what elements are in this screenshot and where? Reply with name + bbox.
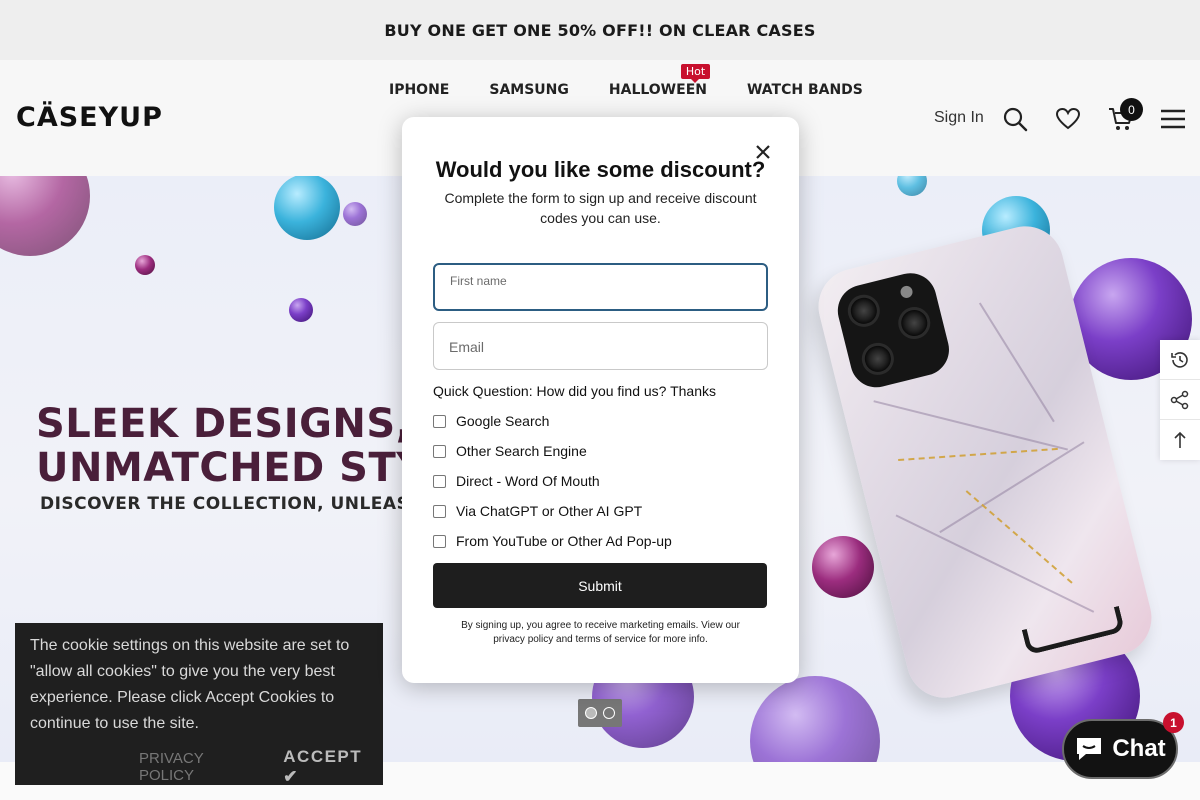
checkbox[interactable] (433, 504, 446, 518)
first-name-field[interactable]: First name (433, 263, 768, 311)
hot-badge: Hot (680, 64, 711, 83)
option-word-of-mouth[interactable]: Direct - Word Of Mouth (433, 473, 600, 489)
slider-pagination (578, 699, 622, 727)
logo[interactable]: CÄSEYUP (16, 102, 163, 133)
hero-title-line: SLEEK DESIGNS, (36, 401, 412, 447)
card-slot (1021, 605, 1126, 656)
submit-button[interactable]: Submit (433, 563, 767, 608)
accept-cookies-button[interactable]: ACCEPT ✔ (283, 747, 383, 787)
cookie-text: The cookie settings on this website are … (30, 637, 350, 732)
modal-title: Would you like some discount? (435, 157, 766, 182)
arrow-up-icon[interactable] (1160, 420, 1200, 460)
cookie-actions: PRIVACY POLICY ACCEPT ✔ (139, 747, 383, 787)
email-field[interactable]: Email (433, 322, 768, 370)
option-label: From YouTube or Other Ad Pop-up (456, 533, 672, 549)
option-label: Google Search (456, 413, 550, 429)
history-icon[interactable] (1160, 340, 1200, 380)
option-other-search-engine[interactable]: Other Search Engine (433, 443, 587, 459)
chat-bubble-icon (1077, 738, 1102, 760)
heart-icon[interactable] (1055, 106, 1081, 132)
checkbox[interactable] (433, 534, 446, 548)
slide-dot-1[interactable] (585, 707, 597, 719)
nav-item-label: HALLOWEEN (608, 82, 707, 98)
announcement-bar: BUY ONE GET ONE 50% OFF!! ON CLEAR CASES (0, 0, 1200, 60)
side-toolbar (1160, 340, 1200, 460)
nav-item-watch-bands[interactable]: WATCH BANDS (747, 82, 863, 98)
chat-label: Chat (1112, 735, 1166, 762)
bubble-decoration (135, 255, 155, 275)
bubble-decoration (897, 176, 927, 196)
slide-dot-2[interactable] (603, 707, 615, 719)
hero-title: SLEEK DESIGNS, UNMATCHED STY (36, 402, 426, 490)
checkbox[interactable] (433, 414, 446, 428)
privacy-policy-link[interactable]: PRIVACY POLICY (139, 750, 261, 784)
first-name-input[interactable] (449, 285, 749, 301)
option-chatgpt[interactable]: Via ChatGPT or Other AI GPT (433, 503, 642, 519)
bubble-decoration (274, 176, 340, 240)
bubble-decoration (750, 676, 880, 762)
modal-subtitle: Complete the form to sign up and receive… (444, 190, 757, 226)
option-youtube-ad[interactable]: From YouTube or Other Ad Pop-up (433, 533, 672, 549)
hero-title-line: UNMATCHED STY (36, 445, 426, 491)
fineprint: By signing up, you agree to receive mark… (461, 620, 740, 645)
chat-button[interactable]: Chat (1062, 719, 1178, 779)
option-label: Other Search Engine (456, 443, 587, 459)
nav-item-halloween[interactable]: HALLOWEEN Hot (608, 64, 711, 98)
bubble-decoration (343, 202, 367, 226)
cart-count-badge: 0 (1120, 98, 1143, 121)
announcement-text: BUY ONE GET ONE 50% OFF!! ON CLEAR CASES (384, 20, 816, 40)
sign-in-link[interactable]: Sign In (934, 109, 984, 127)
bubble-decoration (812, 536, 874, 598)
checkbox[interactable] (433, 474, 446, 488)
discount-modal: Would you like some discount? Complete t… (402, 117, 799, 683)
bubble-decoration (0, 176, 90, 256)
camera-module (832, 267, 955, 393)
nav-item-iphone[interactable]: IPHONE (389, 82, 449, 98)
email-placeholder: Email (449, 339, 485, 355)
search-icon[interactable] (1002, 106, 1028, 132)
option-label: Direct - Word Of Mouth (456, 473, 600, 489)
menu-icon[interactable] (1160, 106, 1186, 132)
option-label: Via ChatGPT or Other AI GPT (456, 503, 643, 519)
share-icon[interactable] (1160, 380, 1200, 420)
main-nav: IPHONE SAMSUNG HALLOWEEN Hot WATCH BANDS (389, 64, 863, 98)
checkbox[interactable] (433, 444, 446, 458)
chat-unread-badge: 1 (1163, 712, 1184, 733)
option-google-search[interactable]: Google Search (433, 413, 549, 429)
cookie-banner: The cookie settings on this website are … (15, 623, 383, 787)
bubble-decoration (289, 298, 313, 322)
question-label: Quick Question: How did you find us? Tha… (433, 383, 717, 399)
nav-item-samsung[interactable]: SAMSUNG (489, 82, 569, 98)
